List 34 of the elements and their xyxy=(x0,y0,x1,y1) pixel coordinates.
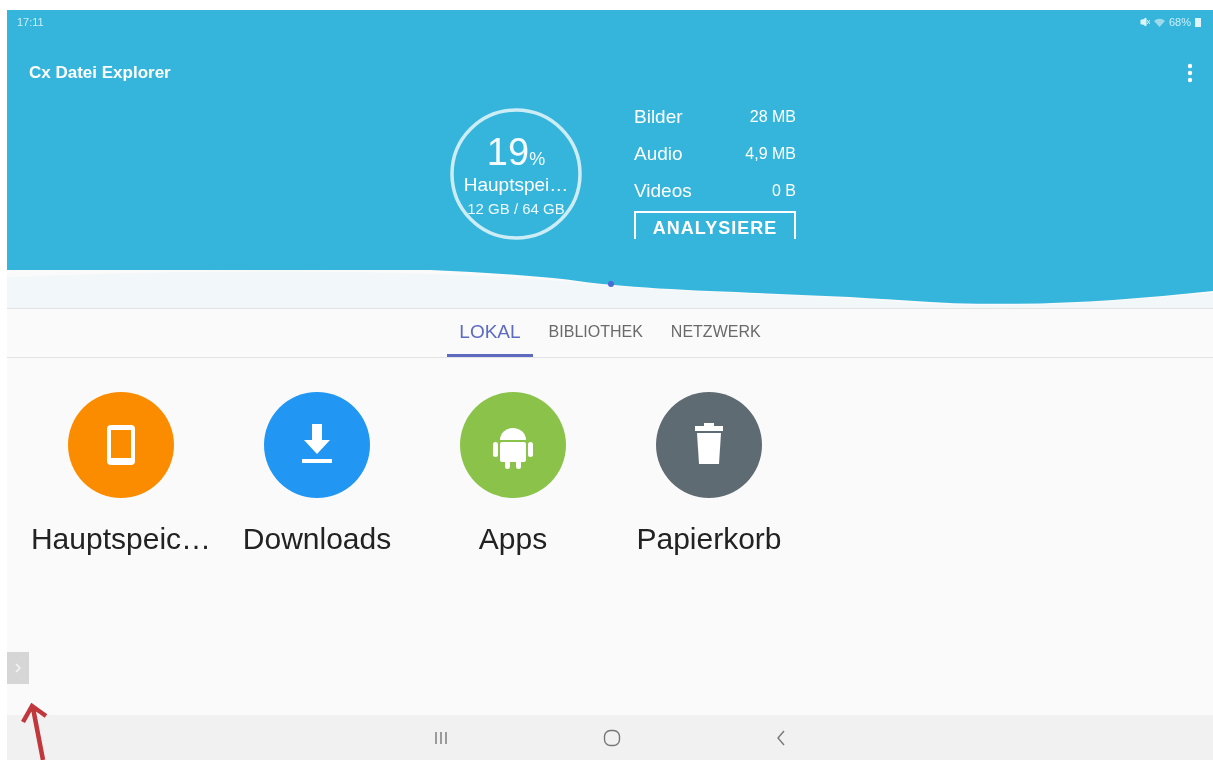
home-icon[interactable] xyxy=(603,728,621,747)
trash-icon[interactable] xyxy=(656,392,762,498)
download-icon[interactable] xyxy=(264,392,370,498)
storage-name: Hauptspei… xyxy=(463,173,569,196)
category-size: 0 B xyxy=(772,181,796,200)
back-icon[interactable] xyxy=(776,729,786,746)
tablet-icon[interactable] xyxy=(68,392,174,498)
category-label: Videos xyxy=(634,179,692,202)
battery-percent: 68% xyxy=(1168,16,1191,28)
category-size: 28 MB xyxy=(749,107,796,126)
tab[interactable]: LOKAL xyxy=(447,309,533,357)
tab[interactable]: BIBLIOTHEK xyxy=(536,309,655,357)
mute-icon xyxy=(1139,17,1150,27)
chevron-right-icon xyxy=(15,663,21,673)
side-panel-handle[interactable] xyxy=(7,652,29,684)
storage-usage: 12 GB / 64 GB xyxy=(467,199,565,217)
category-label: Audio xyxy=(634,142,683,165)
battery-icon xyxy=(1195,17,1201,27)
page-indicator-dot xyxy=(608,281,614,287)
storage-percent: 19 xyxy=(486,131,530,172)
location-label: Downloads xyxy=(242,522,392,556)
robot-icon[interactable] xyxy=(460,392,566,498)
more-menu-icon[interactable] xyxy=(1187,63,1193,83)
tab[interactable]: NETZWERK xyxy=(658,309,773,357)
category-label: Bilder xyxy=(634,105,683,128)
location-label: Hauptspeic… xyxy=(30,522,212,556)
app-title: Cx Datei Explorer xyxy=(29,63,171,83)
category-size: 4,9 MB xyxy=(745,144,796,163)
wifi-icon xyxy=(1153,17,1165,27)
location-label: Papierkorb xyxy=(636,522,782,556)
percent-unit: % xyxy=(529,147,546,171)
recent-apps-icon[interactable] xyxy=(434,730,448,745)
location-label: Apps xyxy=(478,522,548,556)
status-time: 17:11 xyxy=(17,16,44,28)
